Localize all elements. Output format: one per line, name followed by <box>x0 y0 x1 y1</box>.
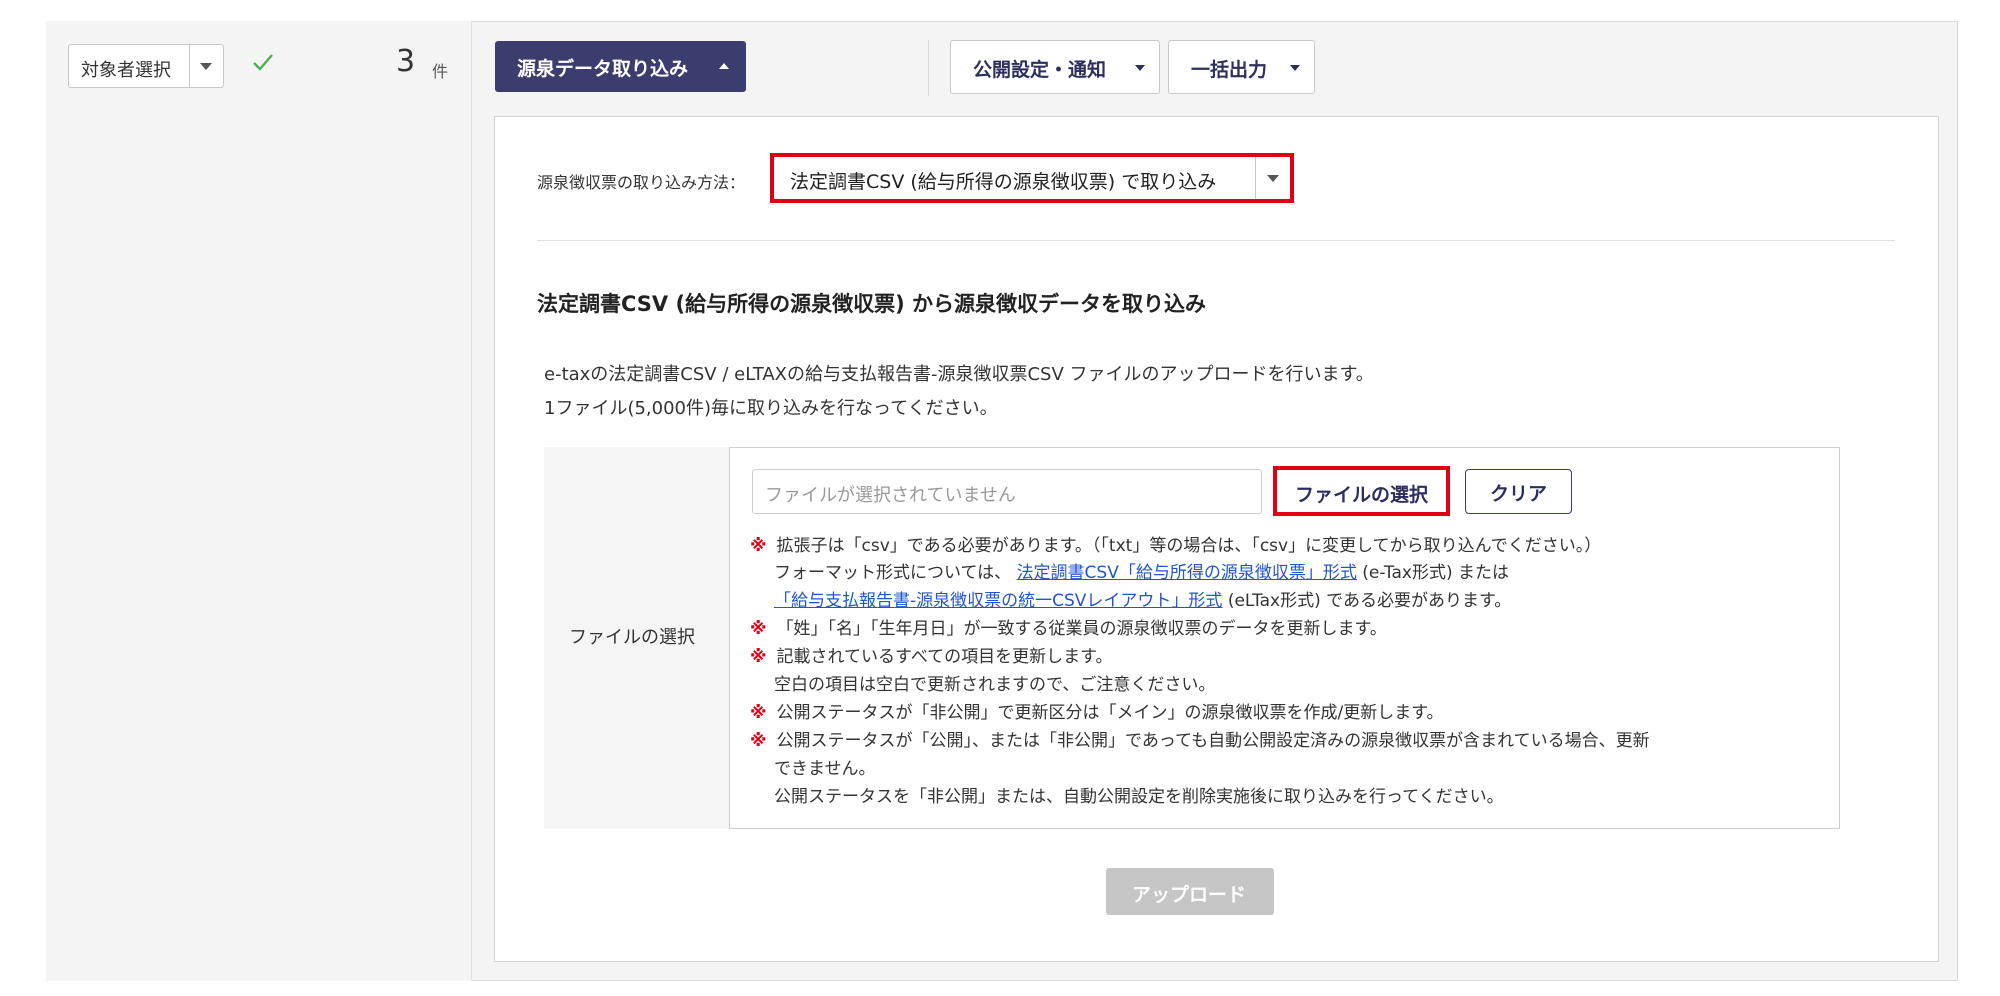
note-item: ※ 公開ステータスが「非公開」で更新区分は「メイン」の源泉徴収票を作成/更新します… <box>750 698 1444 723</box>
note-mark: ※ <box>750 619 767 639</box>
chevron-up-icon <box>719 63 729 69</box>
note-text: 「姓」「名」「生年月日」が一致する従業員の源泉徴収票のデータを更新します。 <box>776 619 1387 639</box>
note-text: 公開ステータスが「非公開」で更新区分は「メイン」の源泉徴収票を作成/更新します。 <box>776 703 1444 723</box>
note-item: ※ 拡張子は「csv」である必要があります。（「txt」等の場合は、「csv」に変… <box>750 531 1601 556</box>
result-count-unit: 件 <box>432 62 449 81</box>
note-text: 公開ステータスが「公開」、または「非公開」であっても自動公開設定済みの源泉徴収票… <box>776 731 1650 751</box>
chevron-down-icon <box>200 63 212 70</box>
note-text: フォーマット形式については、 <box>774 563 1012 583</box>
note-item: ※ 記載されているすべての項目を更新します。 <box>750 642 1112 667</box>
import-method-value: 法定調書CSV (給与所得の源泉徴収票) で取り込み <box>790 171 1217 193</box>
note-mark: ※ <box>750 536 767 556</box>
import-method-toggle[interactable] <box>1255 157 1290 199</box>
note-continuation: 公開ステータスを「非公開」または、自動公開設定を削除実施後に取り込みを行ってくだ… <box>774 787 1504 807</box>
file-name-field[interactable]: ファイルが選択されていません <box>752 469 1262 514</box>
section-divider <box>537 240 1895 241</box>
result-count: 3 <box>396 44 416 79</box>
section-title: 法定調書CSV (給与所得の源泉徴収票) から源泉徴収データを取り込み <box>537 292 1206 316</box>
note-text: 記載されているすべての項目を更新します。 <box>776 647 1113 667</box>
note-mark: ※ <box>750 647 767 667</box>
note-mark: ※ <box>750 703 767 723</box>
file-name-placeholder: ファイルが選択されていません <box>765 485 1016 506</box>
left-panel <box>46 21 472 981</box>
note-text: (eLTax形式) である必要があります。 <box>1227 591 1512 611</box>
section-description-2: 1ファイル(5,000件)毎に取り込みを行なってください。 <box>544 398 998 419</box>
chevron-down-icon <box>1290 65 1300 71</box>
section-description-1: e-taxの法定調書CSV / eLTAXの給与支払報告書-源泉徴収票CSV フ… <box>544 364 1374 385</box>
file-table-header: ファイルの選択 <box>544 447 730 829</box>
file-select-label: ファイルの選択 <box>1295 484 1429 506</box>
import-data-label: 源泉データ取り込み <box>517 58 689 80</box>
note-item: ※ 「姓」「名」「生年月日」が一致する従業員の源泉徴収票のデータを更新します。 <box>750 614 1387 639</box>
file-row-label: ファイルの選択 <box>569 627 695 648</box>
import-method-select[interactable]: 法定調書CSV (給与所得の源泉徴収票) で取り込み <box>770 153 1294 203</box>
note-continuation: できません。 <box>774 759 876 779</box>
chevron-down-icon <box>1135 65 1145 71</box>
publish-settings-label: 公開設定・通知 <box>973 59 1107 81</box>
note-continuation: 空白の項目は空白で更新されますので、ご注意ください。 <box>774 675 1216 695</box>
bulk-export-button[interactable]: 一括出力 <box>1168 40 1315 94</box>
note-format-line: フォーマット形式については、 法定調書CSV「給与所得の源泉徴収票」形式 (e-… <box>774 558 1509 583</box>
clear-label: クリア <box>1490 483 1548 505</box>
note-format-line-2: 「給与支払報告書-源泉徴収票の統一CSVレイアウト」形式 (eLTax形式) で… <box>774 586 1511 611</box>
file-select-button[interactable]: ファイルの選択 <box>1273 466 1450 516</box>
target-select-label: 対象者選択 <box>81 60 171 81</box>
clear-button[interactable]: クリア <box>1465 469 1572 514</box>
check-icon <box>253 54 273 71</box>
bulk-export-label: 一括出力 <box>1191 59 1268 81</box>
upload-button[interactable]: アップロード <box>1106 868 1274 915</box>
chevron-down-icon <box>1267 175 1279 182</box>
toolbar-divider <box>928 40 929 96</box>
import-data-button[interactable]: 源泉データ取り込み <box>495 41 746 92</box>
note-text: 拡張子は「csv」である必要があります。（「txt」等の場合は、「csv」に変更… <box>776 536 1602 556</box>
note-item: ※ 公開ステータスが「公開」、または「非公開」であっても自動公開設定済みの源泉徴収… <box>750 726 1650 751</box>
format-link-etax[interactable]: 法定調書CSV「給与所得の源泉徴収票」形式 <box>1017 563 1357 583</box>
publish-settings-button[interactable]: 公開設定・通知 <box>950 40 1160 94</box>
target-select-toggle[interactable] <box>189 45 223 87</box>
upload-label: アップロード <box>1132 884 1247 906</box>
note-mark: ※ <box>750 731 767 751</box>
import-method-label: 源泉徴収票の取り込み方法： <box>537 173 746 192</box>
note-text: (e-Tax形式) または <box>1362 563 1510 583</box>
format-link-eltax[interactable]: 「給与支払報告書-源泉徴収票の統一CSVレイアウト」形式 <box>774 591 1222 611</box>
target-select[interactable]: 対象者選択 <box>68 44 224 88</box>
